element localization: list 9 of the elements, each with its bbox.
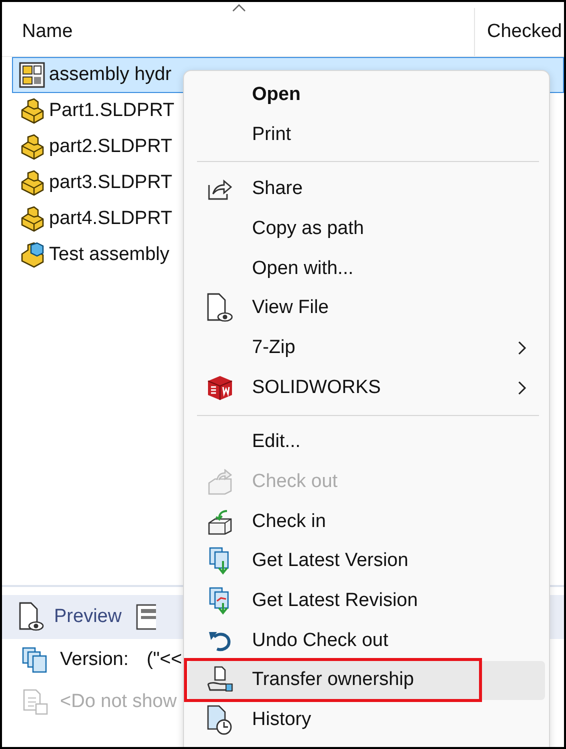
version-label: Version: bbox=[60, 649, 129, 671]
hint-text: <Do not show bbox=[60, 691, 177, 713]
file-name: Test assembly bbox=[49, 244, 170, 266]
version-value: ("<< bbox=[146, 649, 182, 671]
file-name: part2.SLDPRT bbox=[49, 136, 172, 158]
file-name: Part1.SLDPRT bbox=[49, 100, 174, 122]
file-name: part4.SLDPRT bbox=[49, 208, 172, 230]
file-name: part3.SLDPRT bbox=[49, 172, 172, 194]
file-name: assembly hydr bbox=[49, 64, 172, 86]
